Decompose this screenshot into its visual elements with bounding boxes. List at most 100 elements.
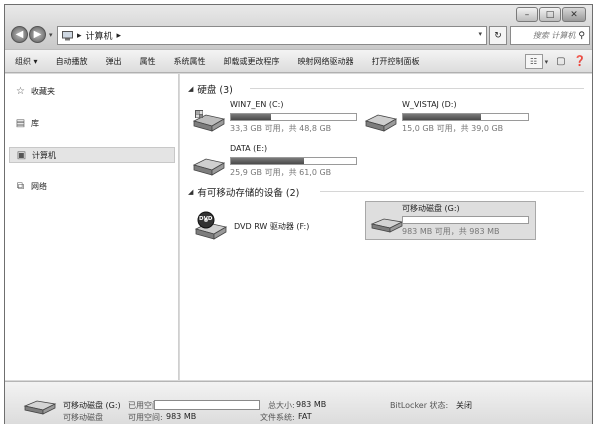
search-icon: ⚲ [578, 30, 585, 41]
sidebar-item-label: 网络 [31, 182, 47, 191]
toolbar-right: ☷ ▾ ▢ ❓ [521, 54, 586, 69]
refresh-icon: ↻ [494, 30, 502, 41]
forward-button[interactable]: ▶ [29, 26, 46, 43]
recent-pages-dropdown[interactable]: ▾ [49, 31, 53, 39]
search-placeholder: 搜索 计算机 [532, 31, 576, 40]
address-bar[interactable]: ▸ 计算机 ▸ ▾ [57, 26, 487, 45]
forward-arrow-icon: ▶ [33, 29, 42, 40]
drive-name: DVD RW 驱动器 (F:) [234, 222, 310, 231]
drive-space-info: 15,0 GB 可用，共 39,0 GB [402, 124, 504, 133]
explorer-window: – □ ✕ ◀ ▶ ▾ ▸ 计算机 ▸ ▾ ↻ 搜索 计算机 ⚲ 组织 ▾ 自动… [4, 4, 593, 424]
details-drive-type: 可移动磁盘 [63, 413, 103, 422]
help-icon[interactable]: ❓ [574, 56, 586, 67]
drive-item-f[interactable]: DVD DVD RW 驱动器 (F:) [194, 208, 344, 242]
breadcrumb-arrow-2[interactable]: ▸ [117, 31, 122, 41]
drive-item-d[interactable]: W_VISTAJ (D:) 15,0 GB 可用，共 39,0 GB [364, 99, 544, 139]
sidebar-item-libraries[interactable]: ▤ 库 [15, 118, 39, 129]
dvd-badge: DVD [199, 216, 213, 222]
drive-item-g[interactable]: 可移动磁盘 (G:) 983 MB 可用，共 983 MB [365, 201, 536, 240]
drive-usage-bar [230, 157, 357, 165]
sidebar-item-network[interactable]: ⧉ 网络 [15, 181, 47, 192]
maximize-button[interactable]: □ [539, 7, 561, 22]
drive-space-info: 25,9 GB 可用，共 61,0 GB [230, 168, 332, 177]
view-dropdown-icon[interactable]: ▾ [545, 58, 549, 66]
details-free-label: 可用空间: [128, 413, 163, 422]
minimize-button[interactable]: – [516, 7, 538, 22]
close-icon: ✕ [570, 9, 578, 20]
removable-disk-icon [370, 218, 404, 233]
content-area: ◢ 硬盘 (3) WIN7_EN (C:) 33,3 GB 可用，共 48,8 … [180, 74, 592, 380]
drive-name: 可移动磁盘 (G:) [402, 204, 460, 213]
refresh-button[interactable]: ↻ [489, 26, 507, 45]
hard-drive-icon [192, 158, 226, 176]
maximize-icon: □ [545, 9, 555, 20]
details-bitlocker-label: BitLocker 状态: [390, 401, 449, 410]
collapse-triangle-icon[interactable]: ◢ [188, 188, 193, 196]
group-title: 有可移动存储的设备 (2) [197, 188, 300, 199]
search-input[interactable]: 搜索 计算机 ⚲ [510, 26, 590, 45]
hard-drive-icon [364, 114, 398, 132]
collapse-triangle-icon[interactable]: ◢ [188, 85, 193, 93]
preview-pane-icon[interactable]: ▢ [556, 56, 565, 67]
network-icon: ⧉ [16, 181, 25, 192]
drive-name: W_VISTAJ (D:) [402, 100, 457, 109]
details-fs-label: 文件系统: [260, 413, 295, 422]
uninstall-program-button[interactable]: 卸载或更改程序 [224, 56, 280, 67]
details-free-value: 983 MB [166, 412, 197, 421]
sidebar-item-label: 收藏夹 [31, 87, 55, 96]
address-dropdown-icon[interactable]: ▾ [478, 30, 482, 38]
autoplay-button[interactable]: 自动播放 [56, 56, 88, 67]
details-total-value: 983 MB [296, 400, 327, 409]
group-title: 硬盘 (3) [197, 85, 233, 96]
group-divider [320, 191, 584, 192]
drive-usage-bar [402, 216, 529, 224]
change-view-button[interactable]: ☷ [524, 54, 543, 69]
navigation-pane: ☆ 收藏夹 ▤ 库 ▣ 计算机 ⧉ 网络 [5, 74, 179, 380]
drive-usage-bar [402, 113, 529, 121]
properties-button[interactable]: 属性 [140, 56, 156, 67]
view-icon: ☷ [529, 57, 538, 66]
sidebar-item-label: 库 [31, 119, 39, 128]
details-total-label: 总大小: [268, 401, 295, 410]
open-control-panel-button[interactable]: 打开控制面板 [372, 56, 420, 67]
command-bar: 组织 ▾ 自动播放 弹出 属性 系统属性 卸载或更改程序 映射网络驱动器 打开控… [5, 49, 592, 73]
drive-usage-fill [231, 158, 304, 164]
back-button[interactable]: ◀ [11, 26, 28, 43]
sidebar-item-label: 计算机 [32, 150, 56, 160]
sidebar-item-computer[interactable]: ▣ 计算机 [9, 147, 175, 163]
details-pane: 可移动磁盘 (G:) 可移动磁盘 已用空间: 可用空间: 983 MB 总大小:… [5, 381, 592, 424]
library-icon: ▤ [15, 118, 26, 129]
computer-icon: ▣ [16, 149, 27, 161]
breadcrumb-computer[interactable]: 计算机 [86, 29, 113, 42]
details-drive-name: 可移动磁盘 (G:) [63, 401, 121, 410]
system-properties-button[interactable]: 系统属性 [174, 56, 206, 67]
details-usage-bar [154, 400, 260, 410]
computer-icon [62, 30, 73, 40]
details-bitlocker-value: 关闭 [456, 401, 472, 410]
nav-buttons: ◀ ▶ ▾ [11, 26, 53, 43]
group-header-removable[interactable]: ◢ 有可移动存储的设备 (2) [188, 185, 299, 199]
drive-item-e[interactable]: DATA (E:) 25,9 GB 可用，共 61,0 GB [192, 143, 372, 183]
map-network-drive-button[interactable]: 映射网络驱动器 [298, 56, 354, 67]
drive-space-info: 983 MB 可用，共 983 MB [402, 227, 500, 236]
back-arrow-icon: ◀ [15, 29, 24, 40]
group-header-hard-disks[interactable]: ◢ 硬盘 (3) [188, 82, 233, 96]
drive-item-c[interactable]: WIN7_EN (C:) 33,3 GB 可用，共 48,8 GB [192, 99, 372, 139]
drive-usage-fill [231, 114, 271, 120]
eject-button[interactable]: 弹出 [106, 56, 122, 67]
minimize-icon: – [524, 9, 530, 20]
drive-name: WIN7_EN (C:) [230, 100, 284, 109]
removable-disk-icon [23, 400, 57, 415]
organize-button[interactable]: 组织 ▾ [15, 56, 38, 67]
close-button[interactable]: ✕ [562, 7, 586, 22]
drive-usage-bar [230, 113, 357, 121]
drive-space-info: 33,3 GB 可用，共 48,8 GB [230, 124, 332, 133]
sidebar-item-favorites[interactable]: ☆ 收藏夹 [15, 86, 55, 97]
window-controls: – □ ✕ [515, 7, 586, 22]
star-icon: ☆ [16, 86, 25, 97]
drive-usage-fill [403, 114, 481, 120]
breadcrumb-arrow[interactable]: ▸ [77, 31, 82, 41]
drive-name: DATA (E:) [230, 144, 268, 153]
title-bar: – □ ✕ ◀ ▶ ▾ ▸ 计算机 ▸ ▾ ↻ 搜索 计算机 ⚲ [5, 5, 592, 49]
group-divider [250, 88, 584, 89]
